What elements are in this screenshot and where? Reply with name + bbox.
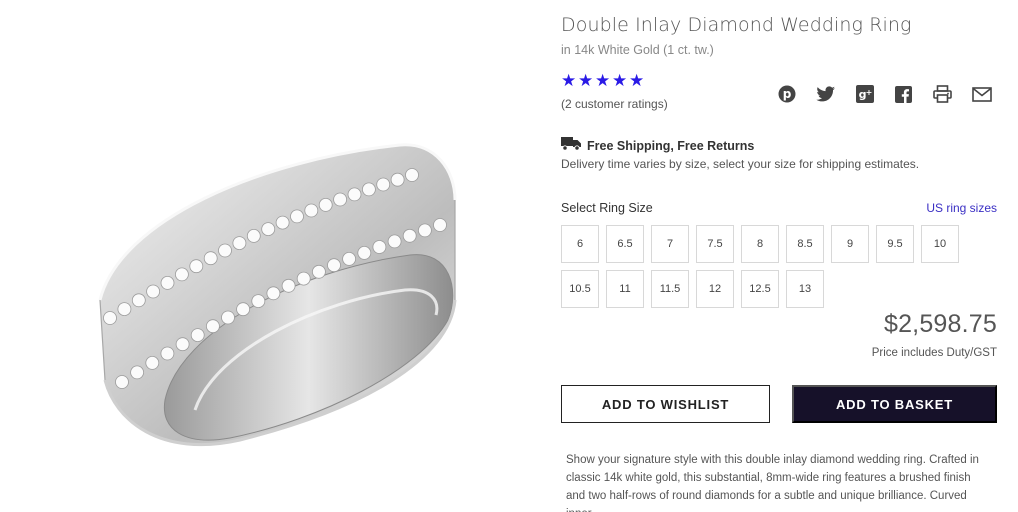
- us-ring-sizes-link[interactable]: US ring sizes: [926, 201, 997, 215]
- size-option[interactable]: 13: [786, 270, 824, 308]
- diamond-stone: [246, 228, 261, 243]
- product-subtitle: in 14k White Gold (1 ct. tw.): [561, 43, 714, 57]
- size-option[interactable]: 10: [921, 225, 959, 263]
- diamond-stone: [160, 346, 175, 361]
- diamond-stone: [261, 222, 276, 237]
- diamond-stone: [304, 203, 319, 218]
- ring-size-grid: 6 6.5 7 7.5 8 8.5 9 9.5 10 10.5 11 11.5 …: [561, 225, 981, 308]
- diamond-stone: [131, 293, 146, 308]
- diamond-stone: [160, 275, 175, 290]
- share-bar: p g +: [767, 84, 1001, 104]
- diamond-stone: [266, 286, 281, 301]
- size-option[interactable]: 12.5: [741, 270, 779, 308]
- add-to-basket-button[interactable]: ADD TO BASKET: [792, 385, 997, 423]
- product-description: Show your signature style with this doub…: [566, 454, 979, 512]
- diamond-stone: [115, 375, 129, 389]
- svg-text:p: p: [782, 87, 791, 101]
- diamond-stone: [357, 245, 372, 260]
- product-price: $2,598.75: [883, 310, 997, 338]
- add-to-wishlist-button[interactable]: ADD TO WISHLIST: [561, 385, 770, 423]
- size-option[interactable]: 6.5: [606, 225, 644, 263]
- diamond-stone: [205, 319, 220, 334]
- diamond-stone: [318, 197, 333, 212]
- product-details: Double Inlay Diamond Wedding Ring in 14k…: [561, 0, 997, 512]
- diamond-stone: [275, 215, 290, 230]
- size-option[interactable]: 6: [561, 225, 599, 263]
- pinterest-icon[interactable]: p: [767, 84, 806, 104]
- diamond-stone: [251, 294, 266, 309]
- diamond-stone: [130, 365, 145, 380]
- shipping-info: Free Shipping, Free Returns: [561, 136, 754, 156]
- product-image[interactable]: [0, 0, 540, 512]
- diamond-stone: [203, 251, 218, 266]
- email-icon[interactable]: [962, 84, 1001, 104]
- product-title: Double Inlay Diamond Wedding Ring: [561, 14, 912, 36]
- diamond-stone: [221, 310, 235, 325]
- size-label: Select Ring Size: [561, 201, 653, 215]
- twitter-icon[interactable]: [806, 84, 845, 104]
- diamond-stone: [433, 218, 447, 232]
- svg-text:+: +: [865, 88, 872, 97]
- diamond-stone: [296, 271, 311, 286]
- star-rating[interactable]: ★ ★ ★ ★ ★: [561, 71, 645, 91]
- diamond-stone: [146, 284, 161, 299]
- diamond-stone: [189, 259, 204, 274]
- diamond-stone: [361, 182, 376, 197]
- size-option[interactable]: 12: [696, 270, 734, 308]
- shipping-note: Delivery time varies by size, select you…: [561, 157, 920, 171]
- diamond-stone: [333, 192, 348, 207]
- size-option[interactable]: 9: [831, 225, 869, 263]
- diamond-stone: [175, 337, 190, 352]
- diamond-stone: [232, 236, 247, 251]
- diamond-stone: [327, 258, 341, 273]
- star-icon: ★: [595, 71, 611, 91]
- diamond-stone: [311, 264, 326, 279]
- star-icon: ★: [578, 71, 594, 91]
- size-option[interactable]: 7: [651, 225, 689, 263]
- diamond-stone: [417, 223, 432, 238]
- size-option[interactable]: 10.5: [561, 270, 599, 308]
- diamond-stone: [103, 311, 117, 325]
- size-option[interactable]: 8: [741, 225, 779, 263]
- print-icon[interactable]: [923, 84, 962, 104]
- ratings-count[interactable]: (2 customer ratings): [561, 97, 668, 111]
- truck-icon: [561, 136, 582, 156]
- diamond-stone: [236, 302, 251, 317]
- size-option[interactable]: 7.5: [696, 225, 734, 263]
- diamond-stone: [218, 243, 232, 258]
- size-option[interactable]: 11: [606, 270, 644, 308]
- shipping-title: Free Shipping, Free Returns: [587, 139, 755, 153]
- diamond-stone: [390, 172, 405, 187]
- diamond-stone: [376, 177, 391, 192]
- google-plus-icon[interactable]: g +: [845, 84, 884, 104]
- diamond-stone: [281, 278, 296, 293]
- price-note: Price includes Duty/GST: [871, 347, 997, 359]
- diamond-stone: [342, 251, 357, 266]
- size-option[interactable]: 11.5: [651, 270, 689, 308]
- star-icon: ★: [561, 71, 577, 91]
- facebook-icon[interactable]: [884, 84, 923, 104]
- diamond-stone: [372, 240, 387, 254]
- diamond-stone: [174, 267, 189, 282]
- diamond-stone: [387, 234, 402, 249]
- diamond-stone: [117, 302, 132, 317]
- star-icon: ★: [629, 71, 645, 91]
- size-option[interactable]: 8.5: [786, 225, 824, 263]
- diamond-stone: [405, 168, 419, 182]
- star-icon: ★: [612, 71, 628, 91]
- diamond-stone: [402, 228, 417, 243]
- diamond-stone: [190, 328, 205, 343]
- diamond-stone: [145, 355, 160, 370]
- ring-image: [98, 143, 457, 446]
- diamond-stone: [347, 187, 362, 202]
- size-option[interactable]: 9.5: [876, 225, 914, 263]
- diamond-stone: [290, 209, 304, 224]
